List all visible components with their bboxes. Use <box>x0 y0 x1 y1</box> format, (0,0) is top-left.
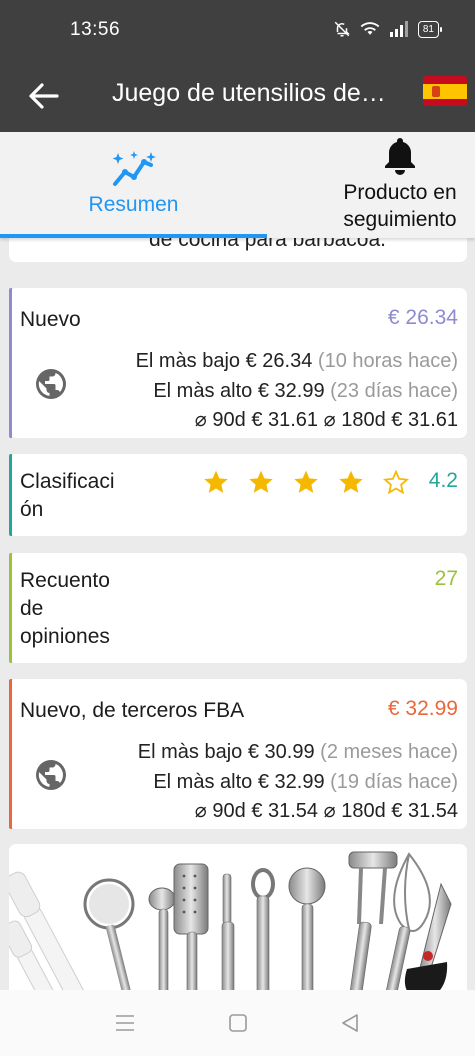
star-filled-icon <box>339 470 363 493</box>
content-scroll[interactable]: de cocina para barbacoa. Nuevo € 26.34 E… <box>0 238 475 990</box>
rating-value: 4.2 <box>428 469 458 492</box>
review-count-value: 27 <box>434 567 458 590</box>
signal-icon <box>389 21 408 37</box>
square-home-icon <box>229 1014 247 1032</box>
price-stats: El màs bajo € 30.99 (2 meses hace) El mà… <box>138 738 458 827</box>
average-price-row: ⌀ 90d € 31.61 ⌀ 180d € 31.61 <box>194 409 458 431</box>
triangle-back-icon <box>342 1014 358 1032</box>
lowest-price-row: El màs bajo € 30.99 (2 meses hace) <box>137 741 458 763</box>
rating-stars <box>203 469 409 495</box>
price-card-fba[interactable]: Nuevo, de terceros FBA € 32.99 El màs ba… <box>9 679 467 829</box>
sparkle-chart-icon <box>112 151 156 186</box>
highest-price-row: El màs alto € 32.99 (23 días hace) <box>153 379 458 402</box>
tab-summary[interactable]: Resumen <box>0 132 267 238</box>
tab-summary-label: Resumen <box>88 193 179 216</box>
globe-icon <box>36 369 66 399</box>
menu-icon <box>116 1015 134 1031</box>
status-time: 13:56 <box>70 19 121 40</box>
status-icons: 81 <box>333 20 443 38</box>
price-type-label: Nuevo, de terceros FBA <box>20 699 245 722</box>
system-nav-bar <box>0 990 475 1056</box>
star-empty-icon <box>383 469 409 495</box>
product-image <box>9 851 452 990</box>
price-stats: El màs bajo € 26.34 (10 horas hace) El m… <box>136 347 458 436</box>
tab-tracking-label: Producto en seguimiento <box>343 181 457 231</box>
review-count-label: Recuento de opiniones <box>20 569 110 648</box>
highest-price-row: El màs alto € 32.99 (19 días hace) <box>153 770 458 793</box>
back-button[interactable] <box>24 76 64 116</box>
rating-card[interactable]: Clasificaci ón 4.2 <box>9 454 467 536</box>
home-button[interactable] <box>226 1012 250 1034</box>
wifi-icon <box>360 22 380 35</box>
recents-button[interactable] <box>113 1012 137 1034</box>
product-image-card[interactable] <box>9 844 467 990</box>
card-accent <box>9 454 12 536</box>
average-price-row: ⌀ 90d € 31.54 ⌀ 180d € 31.54 <box>194 800 458 822</box>
rating-label: Clasificaci ón <box>20 470 115 521</box>
status-bar: 13:56 81 <box>0 0 475 62</box>
star-filled-icon <box>249 470 273 493</box>
tab-tracking[interactable]: Producto en seguimiento <box>310 132 475 238</box>
globe-icon <box>36 760 66 790</box>
system-back-button[interactable] <box>338 1012 362 1034</box>
review-count-card[interactable]: Recuento de opiniones 27 <box>9 553 467 663</box>
current-price: € 26.34 <box>387 306 458 329</box>
star-filled-icon <box>294 470 318 493</box>
lowest-price-row: El màs bajo € 26.34 (10 horas hace) <box>135 350 458 372</box>
tab-bar: Resumen Producto en seguimiento <box>0 132 475 238</box>
card-accent <box>9 288 12 438</box>
bell-icon <box>385 138 415 175</box>
app-bar: Juego de utensilios de… <box>0 62 475 132</box>
arrow-left-icon <box>29 83 59 109</box>
battery-indicator: 81 <box>417 20 443 38</box>
price-card-new[interactable]: Nuevo € 26.34 El màs bajo € 26.34 (10 ho… <box>9 288 467 438</box>
current-price: € 32.99 <box>387 697 458 720</box>
card-accent <box>9 553 12 663</box>
card-accent <box>9 679 12 829</box>
star-filled-icon <box>204 470 228 493</box>
mute-bell-icon <box>334 21 350 37</box>
spain-flag-icon[interactable] <box>423 76 467 106</box>
product-description: de cocina para barbacoa. <box>149 238 386 251</box>
price-type-label: Nuevo <box>20 308 81 331</box>
page-title: Juego de utensilios de… <box>112 79 386 107</box>
product-description-card: de cocina para barbacoa. <box>9 238 467 262</box>
active-tab-indicator <box>0 234 267 238</box>
